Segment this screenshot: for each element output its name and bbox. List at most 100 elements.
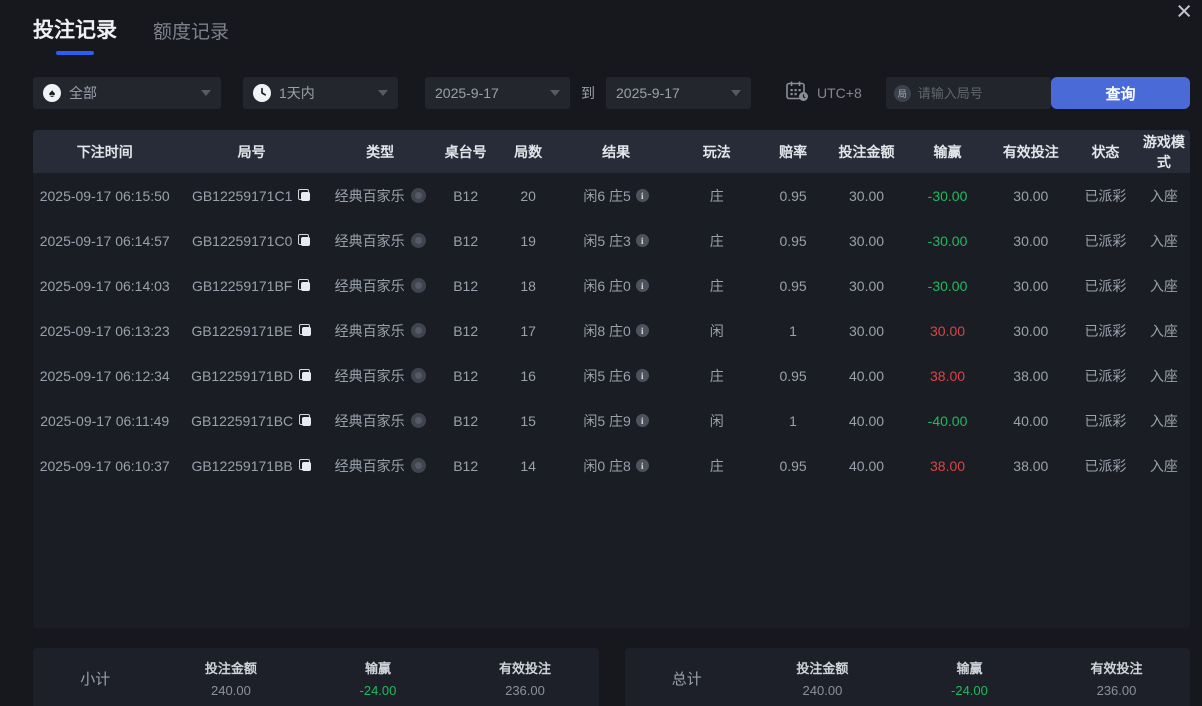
game-type-text: 经典百家乐 — [334, 412, 405, 429]
active-tab-indicator — [56, 51, 94, 55]
replay-icon[interactable] — [410, 188, 426, 203]
game-type-text: 经典百家乐 — [334, 457, 405, 474]
cell-game-type: 经典百家乐 — [327, 321, 433, 341]
column-header: 输赢 — [933, 143, 962, 160]
spade-icon: ♠ — [43, 84, 61, 102]
column-header: 下注时间 — [76, 143, 133, 160]
stat-label: 有效投注 — [1090, 661, 1143, 676]
cell-game-type: 经典百家乐 — [327, 456, 433, 476]
date-to-dropdown[interactable]: 2025-9-17 — [606, 77, 751, 109]
copy-icon[interactable] — [298, 459, 312, 472]
result-text: 闲6 庄5 — [583, 187, 631, 204]
tab-quota-records-label: 额度记录 — [153, 22, 230, 43]
cell-win-loss: -30.00 — [927, 277, 968, 294]
round-id-text: GB12259171C0 — [191, 232, 293, 249]
copy-icon[interactable] — [298, 189, 311, 202]
round-id-text: GB12259171BC — [191, 412, 294, 429]
copy-icon[interactable] — [299, 414, 312, 427]
game-type-text: 经典百家乐 — [334, 322, 405, 339]
replay-icon[interactable] — [410, 413, 426, 428]
tab-quota-records[interactable]: 额度记录 — [153, 17, 229, 55]
cell-result: 闲5 庄6 i — [558, 366, 674, 386]
cell-round-no: 18 — [520, 277, 536, 294]
info-icon[interactable]: i — [635, 324, 649, 337]
table-body: 2025-09-17 06:15:50 GB12259171C1 经典百家乐 B… — [33, 173, 1190, 488]
cell-result: 闲5 庄3 i — [558, 231, 674, 251]
info-icon[interactable]: i — [635, 414, 649, 427]
cell-play: 闲 — [709, 412, 724, 429]
cell-valid-bet: 30.00 — [1013, 277, 1049, 294]
copy-icon[interactable] — [298, 324, 312, 337]
result-text: 闲5 庄9 — [583, 412, 631, 429]
info-icon[interactable]: i — [635, 369, 649, 382]
bet-records-table: 下注时间 局号 类型 桌台号 局数 结果 玩法 赔率 投注金额 输赢 有效投注 状态 游戏模式 2025… — [33, 130, 1190, 628]
copy-icon[interactable] — [298, 234, 311, 247]
query-button[interactable]: 查询 — [1051, 77, 1190, 109]
replay-icon[interactable] — [410, 458, 426, 473]
table-row: 2025-09-17 06:14:03 GB12259171BF 经典百家乐 B… — [33, 263, 1190, 308]
cell-status: 已派彩 — [1084, 412, 1127, 429]
tab-bet-records[interactable]: 投注记录 — [33, 14, 117, 55]
cell-status: 已派彩 — [1084, 232, 1127, 249]
cell-table-no: B12 — [453, 232, 479, 249]
cell-bet-amount: 40.00 — [849, 412, 885, 429]
replay-icon[interactable] — [410, 233, 426, 248]
cell-round-no: 16 — [520, 367, 536, 384]
cell-play: 庄 — [709, 367, 724, 384]
stat-label: 投注金额 — [796, 661, 849, 676]
cell-game-type: 经典百家乐 — [327, 276, 433, 296]
replay-icon[interactable] — [410, 278, 426, 293]
cell-odds: 0.95 — [779, 187, 807, 204]
cell-result: 闲5 庄9 i — [558, 411, 674, 431]
cell-round-id: GB12259171BE — [176, 323, 326, 339]
copy-icon[interactable] — [299, 369, 312, 382]
game-type-value: 全部 — [69, 85, 97, 101]
subtotal-panel: 小计 投注金额 240.00 输赢 -24.00 有效投注 236.00 — [33, 648, 599, 706]
cell-valid-bet: 40.00 — [1013, 412, 1049, 429]
table-row: 2025-09-17 06:14:57 GB12259171C0 经典百家乐 B… — [33, 218, 1190, 263]
time-range-dropdown[interactable]: 1天内 — [243, 77, 398, 109]
cell-valid-bet: 38.00 — [1013, 367, 1049, 384]
cell-valid-bet: 38.00 — [1013, 457, 1049, 474]
cell-win-loss: 30.00 — [930, 322, 966, 339]
date-from-dropdown[interactable]: 2025-9-17 — [425, 77, 570, 109]
cell-game-mode: 入座 — [1149, 457, 1178, 474]
result-text: 闲0 庄8 — [583, 457, 631, 474]
column-header: 局数 — [514, 143, 543, 160]
replay-icon[interactable] — [410, 323, 426, 338]
clock-icon — [253, 84, 271, 102]
close-icon[interactable]: × — [1176, 0, 1192, 25]
copy-icon[interactable] — [298, 279, 311, 292]
round-id-icon: 局 — [893, 84, 911, 102]
date-to-value: 2025-9-17 — [616, 85, 680, 101]
table-row: 2025-09-17 06:15:50 GB12259171C1 经典百家乐 B… — [33, 173, 1190, 218]
column-header: 结果 — [602, 143, 631, 160]
result-text: 闲5 庄6 — [583, 367, 631, 384]
cell-win-loss: -40.00 — [927, 412, 968, 429]
cell-play: 闲 — [709, 322, 724, 339]
cell-round-id: GB12259171BB — [176, 458, 326, 474]
cell-play: 庄 — [709, 277, 724, 294]
cell-status: 已派彩 — [1084, 277, 1127, 294]
round-id-input[interactable] — [917, 85, 1043, 101]
total-win-loss: 输赢 -24.00 — [896, 658, 1043, 698]
timezone-group: UTC+8 — [785, 80, 862, 107]
stat-value: 240.00 — [802, 683, 843, 698]
info-icon[interactable]: i — [635, 459, 649, 472]
info-icon[interactable]: i — [635, 279, 649, 292]
date-to-label: 到 — [581, 85, 595, 101]
chevron-down-icon — [731, 90, 741, 96]
cell-win-loss: 38.00 — [930, 457, 966, 474]
cell-bet-time: 2025-09-17 06:14:57 — [39, 232, 170, 249]
cell-round-no: 19 — [520, 232, 536, 249]
stat-label: 投注金额 — [204, 661, 257, 676]
calendar-clock-icon[interactable] — [785, 80, 809, 107]
stat-value: 236.00 — [505, 683, 545, 698]
cell-game-type: 经典百家乐 — [327, 186, 433, 206]
cell-round-id: GB12259171C1 — [176, 188, 326, 204]
replay-icon[interactable] — [410, 368, 426, 383]
column-header: 状态 — [1091, 143, 1120, 160]
info-icon[interactable]: i — [635, 189, 649, 202]
info-icon[interactable]: i — [635, 234, 649, 247]
game-type-dropdown[interactable]: ♠ 全部 — [33, 77, 221, 109]
